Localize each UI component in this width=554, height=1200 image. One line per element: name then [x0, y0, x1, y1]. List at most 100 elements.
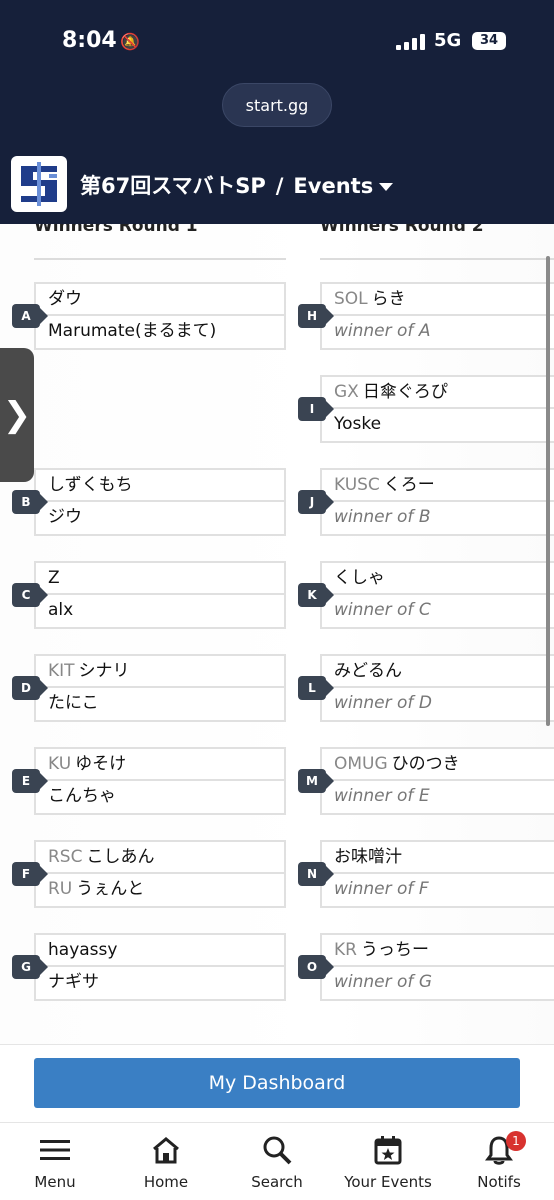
match-label[interactable]: A [12, 304, 48, 328]
match-label[interactable]: J [298, 490, 334, 514]
player-name: ナギサ [48, 972, 99, 992]
slot-placeholder[interactable]: winner of F [320, 874, 554, 908]
bracket-match[interactable]: RSC こしあん RU うぇんと F [12, 840, 286, 908]
match-label[interactable]: N [298, 862, 334, 886]
dashboard-bar: My Dashboard [0, 1044, 554, 1122]
bracket-match[interactable]: OMUG ひのつき winner of EM [298, 747, 554, 815]
tournament-name[interactable]: 第67回スマバトSP [80, 174, 266, 198]
status-bar: 8:04 🔕 5G 34 [0, 28, 554, 58]
slot-placeholder[interactable]: winner of E [320, 781, 554, 815]
player-name: こしあん [86, 847, 155, 867]
player-slot[interactable]: RSC こしあん [34, 840, 286, 874]
tab-label: Home [143, 1173, 189, 1191]
player-slot[interactable]: ダウ [34, 282, 286, 316]
bracket-match[interactable]: KIT シナリ たにこ D [12, 654, 286, 722]
player-name: うぇんと [76, 879, 145, 899]
slot-placeholder[interactable]: winner of B [320, 502, 554, 536]
tab-menu[interactable]: Menu [0, 1133, 110, 1191]
menu-icon [0, 1133, 110, 1167]
player-slot[interactable]: Z [34, 561, 286, 595]
slot-placeholder[interactable]: winner of C [320, 595, 554, 629]
bracket-match[interactable]: hayassy ナギサ G [12, 933, 286, 1001]
match-label[interactable]: F [12, 862, 48, 886]
player-slot[interactable]: GX 日傘ぐろぴ [320, 375, 554, 409]
player-name: しずくもち [48, 475, 133, 495]
player-name: Z [48, 568, 60, 588]
tab-notifs[interactable]: 1 Notifs [444, 1131, 554, 1191]
match-label[interactable]: B [12, 490, 48, 514]
bracket-match[interactable]: みどるん winner of DL [298, 654, 554, 722]
player-name: みどるん [334, 661, 402, 681]
bracket-match[interactable]: KR うっちー winner of GO [298, 933, 554, 1001]
player-slot[interactable]: SOL らき [320, 282, 554, 316]
player-name: うっちー [360, 940, 429, 960]
tab-home[interactable]: Home [111, 1133, 221, 1191]
events-dropdown[interactable]: Events [293, 174, 373, 198]
scrollbar[interactable] [546, 256, 550, 726]
player-name: ひのつき [391, 754, 460, 774]
match-label[interactable]: E [12, 769, 48, 793]
page-title[interactable]: 第67回スマバトSP / Events [80, 170, 394, 200]
match-label[interactable]: G [12, 955, 48, 979]
match-label[interactable]: L [298, 676, 334, 700]
tab-your-events[interactable]: Your Events [333, 1133, 443, 1191]
tab-label: Menu [34, 1173, 76, 1191]
side-panel-handle[interactable]: ❯ [0, 348, 34, 482]
slot-placeholder[interactable]: winner of G [320, 967, 554, 1001]
player-slot[interactable]: ナギサ [34, 967, 286, 1001]
player-name: Yoske [334, 414, 382, 434]
bracket-match[interactable]: くしゃ winner of CK [298, 561, 554, 629]
player-slot[interactable]: RU うぇんと [34, 874, 286, 908]
player-slot[interactable]: お味噌汁 [320, 840, 554, 874]
player-slot[interactable]: くしゃ [320, 561, 554, 595]
network-type: 5G [434, 30, 462, 51]
slot-placeholder[interactable]: winner of D [320, 688, 554, 722]
player-slot[interactable]: hayassy [34, 933, 286, 967]
match-label[interactable]: H [298, 304, 334, 328]
player-slot[interactable]: alx [34, 595, 286, 629]
mute-bell-icon: 🔕 [120, 32, 140, 51]
site-url-pill[interactable]: start.gg [222, 83, 332, 127]
match-label[interactable]: I [298, 397, 334, 421]
player-slot[interactable]: Yoske [320, 409, 554, 443]
player-slot[interactable]: KU ゆそけ [34, 747, 286, 781]
battery-icon: 34 [472, 32, 506, 50]
player-slot[interactable]: Marumate(まるまて) [34, 316, 286, 350]
calendar-star-icon [333, 1133, 443, 1167]
player-name: こんちゃ [48, 786, 116, 806]
tournament-logo[interactable] [11, 156, 67, 212]
slot-placeholder[interactable]: winner of A [320, 316, 554, 350]
bracket-view[interactable]: Winners Round 1 Winners Round 2 ダウ Maruma… [0, 224, 554, 1044]
player-slot[interactable]: KIT シナリ [34, 654, 286, 688]
player-slot[interactable]: KUSC くろー [320, 468, 554, 502]
bracket-match[interactable]: SOL らき winner of AH [298, 282, 554, 350]
bracket-match[interactable]: ダウ Marumate(まるまて) A [12, 282, 286, 350]
player-slot[interactable]: たにこ [34, 688, 286, 722]
player-slot[interactable]: みどるん [320, 654, 554, 688]
match-label[interactable]: M [298, 769, 334, 793]
match-label[interactable]: O [298, 955, 334, 979]
tab-label: Notifs [477, 1173, 521, 1191]
my-dashboard-button[interactable]: My Dashboard [34, 1058, 520, 1108]
match-label[interactable]: C [12, 583, 48, 607]
bracket-match[interactable]: お味噌汁 winner of FN [298, 840, 554, 908]
player-name: くしゃ [334, 568, 385, 588]
player-slot[interactable]: しずくもち [34, 468, 286, 502]
bell-icon: 1 [444, 1131, 554, 1167]
player-name: 日傘ぐろぴ [362, 382, 448, 402]
match-label[interactable]: D [12, 676, 48, 700]
player-slot[interactable]: KR うっちー [320, 933, 554, 967]
chevron-down-icon[interactable] [379, 183, 394, 191]
sponsor-tag: KR [334, 940, 357, 960]
bracket-match[interactable]: GX 日傘ぐろぴ Yoske I [298, 375, 554, 443]
bracket-match[interactable]: しずくもちジウ B [12, 468, 286, 536]
player-slot[interactable]: こんちゃ [34, 781, 286, 815]
bracket-match[interactable]: KU ゆそけこんちゃ E [12, 747, 286, 815]
chevron-right-icon[interactable]: ❯ [3, 395, 32, 435]
bracket-match[interactable]: Zalx C [12, 561, 286, 629]
match-label[interactable]: K [298, 583, 334, 607]
tab-search[interactable]: Search [222, 1133, 332, 1191]
player-slot[interactable]: OMUG ひのつき [320, 747, 554, 781]
player-slot[interactable]: ジウ [34, 502, 286, 536]
bracket-match[interactable]: KUSC くろー winner of BJ [298, 468, 554, 536]
